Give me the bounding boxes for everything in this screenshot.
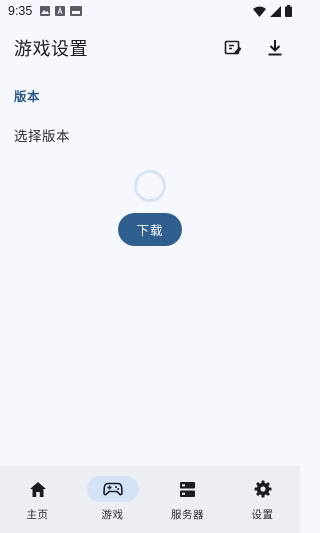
server-icon: [180, 481, 195, 497]
loading-spinner: [134, 170, 166, 202]
nav-item-settings[interactable]: 设置: [225, 466, 300, 533]
nav-pill-game: [86, 476, 139, 502]
text-notification-icon: [55, 6, 66, 16]
app-bar: 游戏设置: [0, 28, 300, 68]
nav-pill-settings: [237, 476, 289, 502]
download-icon: [268, 40, 282, 56]
nav-label-settings: 设置: [251, 509, 274, 521]
edit-document-icon: [224, 40, 242, 55]
nav-label-game: 游戏: [101, 509, 124, 521]
page-title: 游戏设置: [14, 39, 88, 60]
download-header-button[interactable]: [264, 37, 286, 59]
image-notification-icon: [40, 6, 51, 16]
home-icon: [29, 481, 46, 497]
bottom-navigation: 主页 游戏 服务器 设置: [0, 466, 300, 533]
section-header-version: 版本: [14, 89, 41, 104]
edit-document-button[interactable]: [222, 37, 244, 59]
app-bar-actions: [222, 37, 286, 59]
signal-icon: [270, 5, 281, 17]
gear-icon: [254, 480, 271, 498]
status-time: 9:35: [8, 4, 33, 18]
nav-item-server[interactable]: 服务器: [150, 466, 225, 533]
app-notification-icon: [70, 6, 83, 16]
nav-item-home[interactable]: 主页: [0, 466, 75, 533]
gamepad-icon: [102, 482, 123, 496]
system-status-icons: [253, 5, 292, 17]
select-version-item[interactable]: 选择版本: [14, 125, 70, 145]
wifi-icon: [253, 6, 266, 17]
battery-icon: [285, 5, 292, 17]
nav-pill-home: [12, 476, 64, 502]
nav-label-server: 服务器: [171, 509, 204, 521]
status-bar: 9:35: [0, 0, 300, 22]
notification-icons: [40, 6, 83, 16]
nav-label-home: 主页: [26, 509, 49, 521]
download-button[interactable]: 下载: [118, 213, 182, 246]
nav-item-game[interactable]: 游戏: [75, 466, 150, 533]
nav-pill-server: [162, 476, 214, 502]
